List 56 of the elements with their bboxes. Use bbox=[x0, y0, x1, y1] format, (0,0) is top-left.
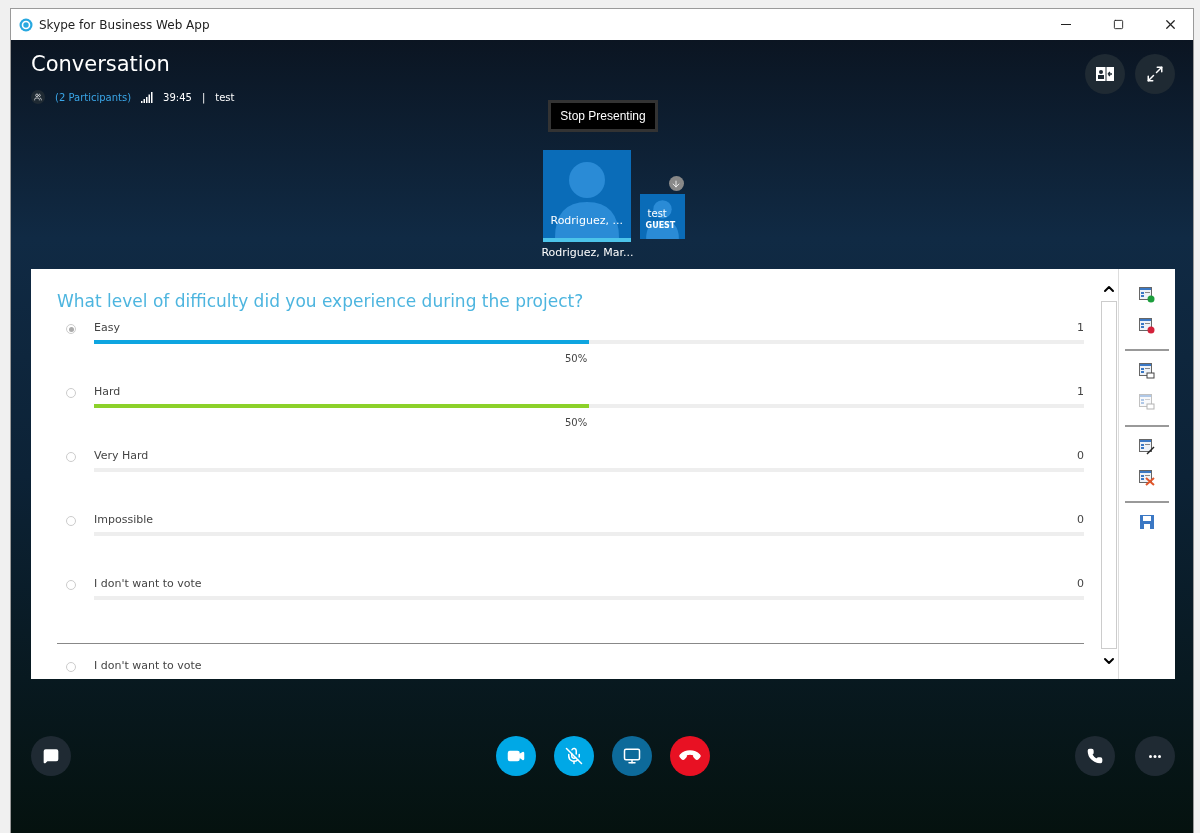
mute-button[interactable] bbox=[554, 736, 594, 776]
meeting-name: test bbox=[215, 91, 235, 103]
save-icon bbox=[1140, 515, 1154, 529]
percent-label: 50% bbox=[565, 353, 588, 364]
participants-link[interactable]: (2 Participants) bbox=[55, 91, 132, 103]
guest-label: GUEST bbox=[645, 221, 676, 230]
form-remove-icon bbox=[1139, 318, 1155, 334]
vote-count: 0 bbox=[1077, 449, 1084, 462]
present-button[interactable] bbox=[612, 736, 652, 776]
download-icon[interactable] bbox=[668, 176, 684, 191]
option-label: Hard bbox=[94, 385, 121, 398]
option-label: I don't want to vote bbox=[94, 659, 202, 674]
option-label: Very Hard bbox=[94, 449, 149, 462]
layout-button[interactable] bbox=[1085, 54, 1125, 94]
participant-label: Rodriguez, Mar... bbox=[541, 246, 634, 259]
participant-tile[interactable]: test GUEST bbox=[639, 194, 685, 239]
full-screen-icon bbox=[1146, 65, 1164, 83]
separator-text: | bbox=[201, 91, 206, 103]
video-button[interactable] bbox=[496, 736, 536, 776]
participants-icon bbox=[31, 90, 45, 104]
dial-pad-button[interactable] bbox=[1075, 736, 1115, 776]
form-edit-icon bbox=[1139, 439, 1155, 455]
signal-icon bbox=[141, 91, 154, 103]
layout-icon bbox=[1096, 67, 1114, 81]
vote-count: 1 bbox=[1077, 385, 1084, 398]
window-title: Skype for Business Web App bbox=[39, 17, 211, 32]
conversation-title: Conversation bbox=[31, 52, 171, 76]
microphone-muted-icon bbox=[565, 747, 583, 765]
maximize-icon bbox=[1112, 19, 1124, 30]
participant-name: Rodriguez, ... bbox=[550, 214, 623, 227]
option-label: Impossible bbox=[94, 513, 153, 526]
form-delete-icon bbox=[1139, 470, 1155, 486]
vote-count: 0 bbox=[1077, 513, 1084, 526]
form-add-icon bbox=[1139, 287, 1155, 303]
vote-count: 0 bbox=[1077, 577, 1084, 590]
phone-icon bbox=[1087, 748, 1103, 764]
stop-presenting-button[interactable]: Stop Presenting bbox=[548, 100, 658, 132]
more-icon bbox=[1149, 754, 1161, 758]
app-logo-icon bbox=[19, 17, 33, 32]
option-label: I don't want to vote bbox=[94, 577, 202, 590]
participant-tile[interactable]: Rodriguez, ... bbox=[543, 150, 632, 242]
monitor-icon bbox=[623, 747, 641, 765]
form-icon bbox=[1139, 363, 1155, 379]
minimize-icon bbox=[1061, 24, 1071, 25]
participant-name: test bbox=[647, 208, 667, 219]
hang-up-button[interactable] bbox=[670, 736, 710, 776]
poll-question: What level of difficulty did you experience during the project? bbox=[57, 291, 585, 311]
full-screen-button[interactable] bbox=[1135, 54, 1175, 94]
vote-count: 1 bbox=[1077, 321, 1084, 334]
form-icon bbox=[1139, 394, 1155, 410]
option-label: Easy bbox=[94, 321, 120, 334]
chat-button[interactable] bbox=[31, 736, 71, 776]
chat-icon bbox=[43, 748, 59, 764]
scroll-thumb[interactable] bbox=[1101, 301, 1117, 649]
percent-label: 50% bbox=[565, 417, 588, 428]
call-duration: 39:45 bbox=[163, 91, 192, 103]
